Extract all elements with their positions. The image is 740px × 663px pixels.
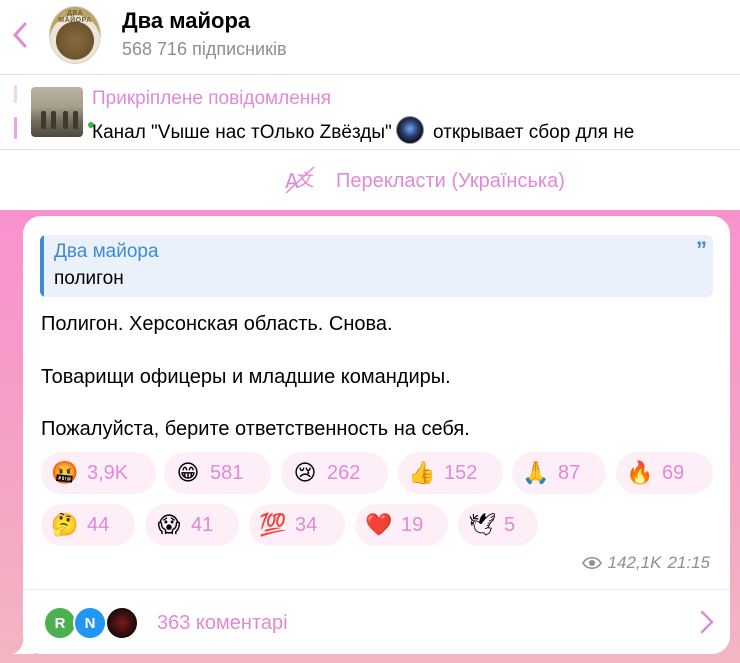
reaction-count: 19 [401, 513, 424, 536]
reaction-pill[interactable]: 😁 581 [164, 452, 271, 494]
reaction-count: 581 [210, 461, 244, 484]
message-line: Пожалуйста, берите ответственность на се… [41, 418, 470, 440]
reaction-pill[interactable]: 🤔 44 [41, 504, 135, 546]
pinned-message-bar[interactable]: Прикріплене повідомлення Канал "Vыше нас… [0, 75, 740, 149]
reaction-emoji: 🤬 [51, 460, 79, 485]
eye-icon [581, 556, 602, 570]
reaction-emoji: 🕊 [468, 512, 496, 537]
comments-label: 363 коментарі [157, 612, 288, 634]
translate-label[interactable]: Перекласти (Українська) [336, 170, 565, 193]
reaction-count: 3,9K [87, 461, 129, 484]
quote-text: полигон [54, 268, 124, 289]
commenter-avatar: R [43, 606, 77, 640]
chevron-left-icon [13, 22, 27, 48]
reaction-pill[interactable]: 🤬 3,9K [41, 452, 156, 494]
message-line: Товарищи офицеры и младшие командиры. [41, 366, 451, 388]
reaction-pill[interactable]: 💯 34 [249, 504, 345, 546]
reaction-count: 87 [558, 461, 581, 484]
quote-mark-icon: ” [696, 237, 707, 262]
pinned-thumbnail [31, 87, 83, 137]
reaction-count: 34 [295, 513, 318, 536]
channel-avatar[interactable]: ДВА МАЙОРА [49, 6, 101, 64]
reaction-count: 152 [444, 461, 478, 484]
quoted-message[interactable]: Два майора полигон ” [40, 235, 713, 297]
channel-title[interactable]: Два майора [122, 8, 250, 34]
pin-indicator-active [14, 117, 17, 139]
reaction-emoji: 💯 [259, 512, 287, 537]
channel-header: ДВА МАЙОРА Два майора 568 716 підписникі… [0, 0, 740, 74]
view-count: 142,1K [607, 553, 662, 572]
back-button[interactable] [6, 18, 34, 52]
reaction-pill[interactable]: 🔥 69 [616, 452, 713, 494]
reaction-count: 41 [191, 513, 214, 536]
reaction-count: 44 [87, 513, 110, 536]
emblem-icon [395, 116, 424, 144]
message-line: Полигон. Херсонская область. Снова. [41, 313, 393, 335]
commenter-avatar: N [73, 606, 107, 640]
reaction-count: 5 [504, 513, 516, 536]
reaction-emoji: 😁 [176, 460, 200, 485]
reaction-emoji: 🤔 [51, 512, 79, 537]
reaction-pill[interactable]: 😢 262 [281, 452, 388, 494]
message-meta: 142,1K 21:15 [581, 553, 710, 573]
quote-bar [40, 235, 44, 297]
pinned-text: Канал "Vыше нас тОлько Zвёзды" открывает… [92, 116, 634, 144]
reaction-count: 69 [662, 461, 685, 484]
reaction-pill[interactable]: 👍 152 [398, 452, 503, 494]
reaction-pill[interactable]: 🕊 5 [458, 504, 538, 546]
chevron-right-icon [700, 610, 714, 634]
reaction-emoji: 👍 [408, 460, 436, 485]
reaction-emoji: 😱 [157, 512, 181, 537]
pin-indicator [14, 85, 17, 103]
comments-button[interactable]: R N 363 коментарі [23, 590, 730, 654]
quote-author: Два майора [54, 241, 159, 262]
reaction-pill[interactable]: ❤️ 19 [355, 504, 448, 546]
message-time: 21:15 [667, 553, 710, 572]
reaction-pill[interactable]: 🙏 87 [512, 452, 606, 494]
reaction-count: 262 [327, 461, 361, 484]
reaction-emoji: 🙏 [522, 460, 550, 485]
reaction-emoji: ❤️ [365, 512, 393, 537]
reaction-pill[interactable]: 😱 41 [145, 504, 239, 546]
reaction-emoji: 🔥 [626, 460, 654, 485]
commenter-avatar [105, 606, 139, 640]
subscriber-count: 568 716 підписників [122, 39, 287, 59]
pinned-title: Прикріплене повідомлення [92, 88, 332, 109]
avatar-logo-text: ДВА МАЙОРА [58, 10, 92, 24]
translate-icon[interactable]: A 文 [283, 164, 317, 196]
reaction-emoji: 😢 [293, 460, 317, 485]
